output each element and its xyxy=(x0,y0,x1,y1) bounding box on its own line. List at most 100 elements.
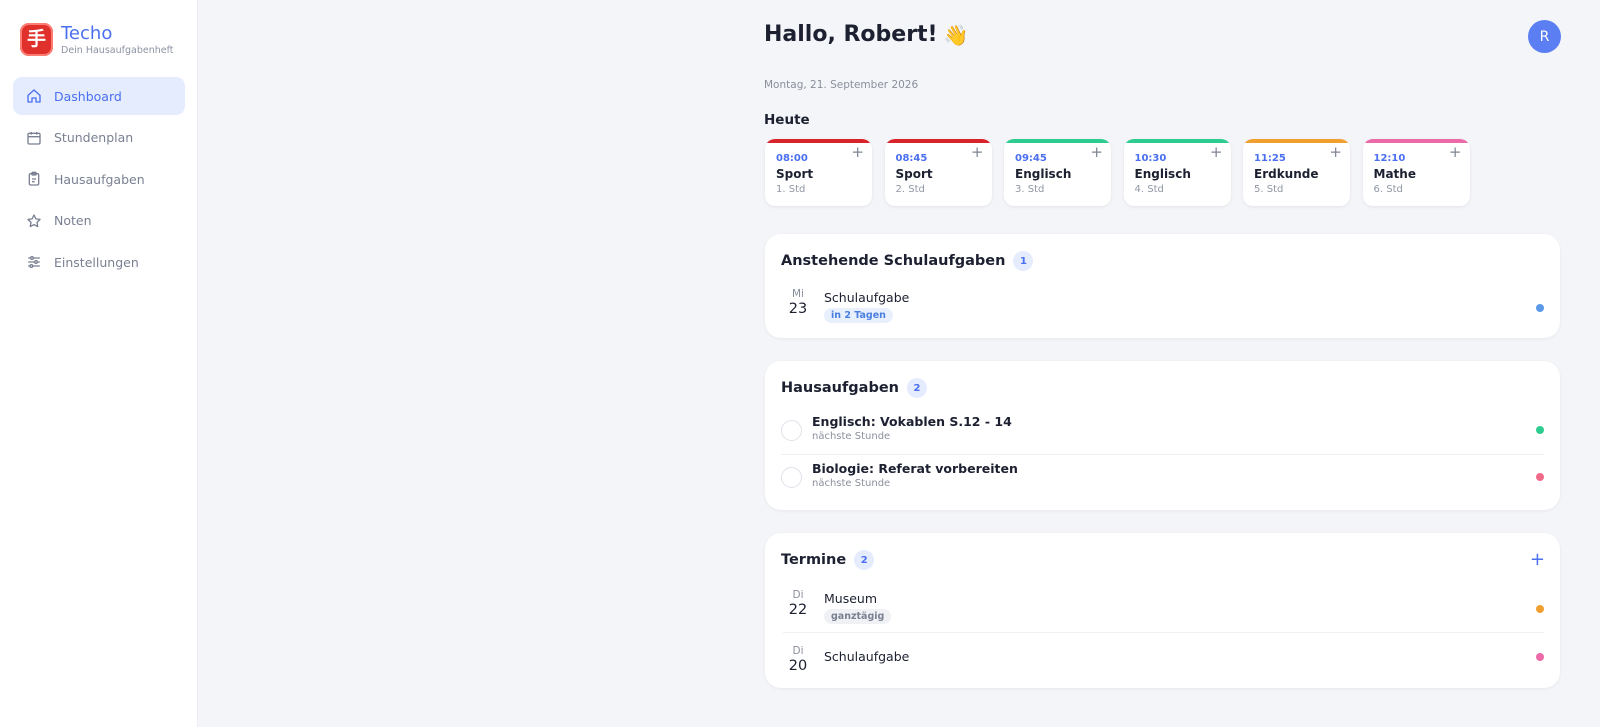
sidebar-item-hausaufgaben[interactable]: Hausaufgaben xyxy=(13,160,185,198)
lesson-slot: 4. Std xyxy=(1134,184,1164,195)
weekday: Mi xyxy=(792,288,804,300)
clipboard-icon xyxy=(28,171,40,186)
sidebar-item-noten[interactable]: Noten xyxy=(13,202,185,240)
sidebar-item-dashboard[interactable]: Dashboard xyxy=(13,77,185,115)
day-number: 22 xyxy=(788,602,808,618)
sidebar-item-label: Stundenplan xyxy=(54,130,134,145)
status-badge: ganztägig xyxy=(824,609,892,624)
lesson-time: 11:25 xyxy=(1254,153,1286,164)
homework-card: Hausaufgaben 2 Englisch: Vokablen S.12 -… xyxy=(765,361,1560,510)
page-title: Hallo, Robert! 👋 xyxy=(764,22,969,47)
list-item[interactable]: Biologie: Referat vorbereiten nächste St… xyxy=(781,454,1544,500)
item-subtitle: nächste Stunde xyxy=(812,478,891,489)
color-dot xyxy=(1536,426,1544,434)
wave-icon: 👋 xyxy=(943,22,969,47)
status-badge: in 2 Tagen xyxy=(824,308,893,323)
lesson-time: 10:30 xyxy=(1134,153,1167,164)
date-block: Di 22 xyxy=(783,589,813,618)
lesson-card[interactable]: 11:25 Erdkunde 5. Std + xyxy=(1243,139,1350,206)
day-number: 23 xyxy=(788,301,808,317)
today-heading: Heute xyxy=(764,112,810,128)
sliders-icon xyxy=(28,256,40,268)
events-count-badge: 2 xyxy=(854,550,875,570)
homework-checkbox[interactable] xyxy=(781,467,802,488)
lesson-card[interactable]: 08:00 Sport 1. Std + xyxy=(765,139,872,206)
sidebar-item-einstellungen[interactable]: Einstellungen xyxy=(13,243,185,281)
lesson-card[interactable]: 08:45 Sport 2. Std + xyxy=(884,139,992,206)
homework-title: Hausaufgaben 2 xyxy=(781,378,927,398)
lesson-time: 09:45 xyxy=(1015,153,1047,164)
sidebar-item-label: Dashboard xyxy=(54,88,122,104)
plus-icon[interactable]: + xyxy=(1210,145,1223,160)
avatar[interactable]: R xyxy=(1528,20,1561,53)
calendar-icon xyxy=(27,131,41,145)
brand-title: Techo xyxy=(61,23,113,44)
brand-subtitle: Dein Hausaufgabenheft xyxy=(61,45,174,56)
weekday: Di xyxy=(792,589,804,601)
list-item[interactable]: Di 20 Schulaufgabe xyxy=(783,632,1544,678)
color-dot xyxy=(1536,653,1544,661)
lesson-time: 08:00 xyxy=(776,153,808,164)
sidebar: 手 Techo Dein Hausaufgabenheft Dashboard … xyxy=(0,0,198,727)
brand[interactable]: 手 Techo Dein Hausaufgabenheft xyxy=(20,23,173,56)
current-date: Montag, 21. September 2026 xyxy=(764,79,919,91)
logo-icon: 手 xyxy=(20,23,53,56)
color-dot xyxy=(1536,473,1544,481)
item-title: Englisch: Vokablen S.12 - 14 xyxy=(812,414,1012,429)
homework-checkbox[interactable] xyxy=(781,420,802,441)
exams-card: Anstehende Schulaufgaben 1 Mi 23 Schulau… xyxy=(765,234,1560,338)
plus-icon[interactable]: + xyxy=(1449,145,1462,160)
date-block: Di 20 xyxy=(783,645,813,674)
star-icon xyxy=(27,213,41,227)
plus-icon[interactable]: + xyxy=(1329,145,1342,160)
logo-glyph: 手 xyxy=(26,28,46,50)
list-item[interactable]: Mi 23 Schulaufgabe in 2 Tagen xyxy=(783,288,1544,334)
lesson-subject: Englisch xyxy=(1134,167,1191,181)
lesson-slot: 3. Std xyxy=(1015,184,1045,195)
sidebar-item-label: Noten xyxy=(54,213,92,228)
lesson-slot: 6. Std xyxy=(1373,184,1403,195)
exams-count-badge: 1 xyxy=(1013,251,1034,271)
plus-icon[interactable]: + xyxy=(971,145,984,160)
lesson-slot: 1. Std xyxy=(776,184,806,195)
plus-icon[interactable]: + xyxy=(851,145,864,160)
lesson-slot: 5. Std xyxy=(1254,184,1284,195)
lesson-subject: Englisch xyxy=(1015,167,1072,181)
homework-count-badge: 2 xyxy=(907,378,927,398)
item-title: Schulaufgabe xyxy=(824,649,910,664)
lesson-subject: Erdkunde xyxy=(1254,167,1319,181)
exams-title-text: Anstehende Schulaufgaben xyxy=(781,253,1006,269)
events-title: Termine 2 xyxy=(781,550,875,570)
events-card: Termine 2 + Di 22 Museum ganztägig Di 20… xyxy=(765,533,1560,688)
list-item[interactable]: Di 22 Museum ganztägig xyxy=(783,589,1544,635)
sidebar-item-label: Einstellungen xyxy=(54,254,139,270)
plus-icon[interactable]: + xyxy=(1090,145,1103,160)
item-title: Museum xyxy=(824,591,878,606)
lesson-subject: Sport xyxy=(895,167,933,181)
color-dot xyxy=(1536,304,1544,312)
home-icon xyxy=(27,89,41,103)
weekday: Di xyxy=(792,645,804,657)
date-block: Mi 23 xyxy=(783,288,813,317)
color-dot xyxy=(1536,605,1544,613)
sidebar-item-label: Hausaufgaben xyxy=(54,171,145,187)
add-event-button[interactable]: + xyxy=(1530,551,1545,569)
item-title: Biologie: Referat vorbereiten xyxy=(812,461,1018,476)
brand-text: Techo Dein Hausaufgabenheft xyxy=(61,23,173,56)
homework-title-text: Hausaufgaben xyxy=(781,380,899,396)
item-title: Schulaufgabe xyxy=(824,290,910,305)
sidebar-item-stundenplan[interactable]: Stundenplan xyxy=(13,119,185,157)
day-number: 20 xyxy=(788,658,808,674)
item-subtitle: nächste Stunde xyxy=(812,431,891,442)
lesson-card[interactable]: 09:45 Englisch 3. Std + xyxy=(1004,139,1111,206)
sidebar-nav: Dashboard Stundenplan Hausaufgaben Noten… xyxy=(13,77,185,285)
list-item[interactable]: Englisch: Vokablen S.12 - 14 nächste Stu… xyxy=(781,408,1544,454)
lesson-subject: Mathe xyxy=(1373,167,1416,181)
today-lessons: 08:00 Sport 1. Std + 08:45 Sport 2. Std … xyxy=(765,139,1482,206)
lesson-time: 12:10 xyxy=(1373,153,1406,164)
lesson-card[interactable]: 12:10 Mathe 6. Std + xyxy=(1362,139,1470,206)
exams-title: Anstehende Schulaufgaben 1 xyxy=(781,251,1034,271)
lesson-card[interactable]: 10:30 Englisch 4. Std + xyxy=(1123,139,1231,206)
lesson-time: 08:45 xyxy=(895,153,928,164)
lesson-slot: 2. Std xyxy=(895,184,925,195)
